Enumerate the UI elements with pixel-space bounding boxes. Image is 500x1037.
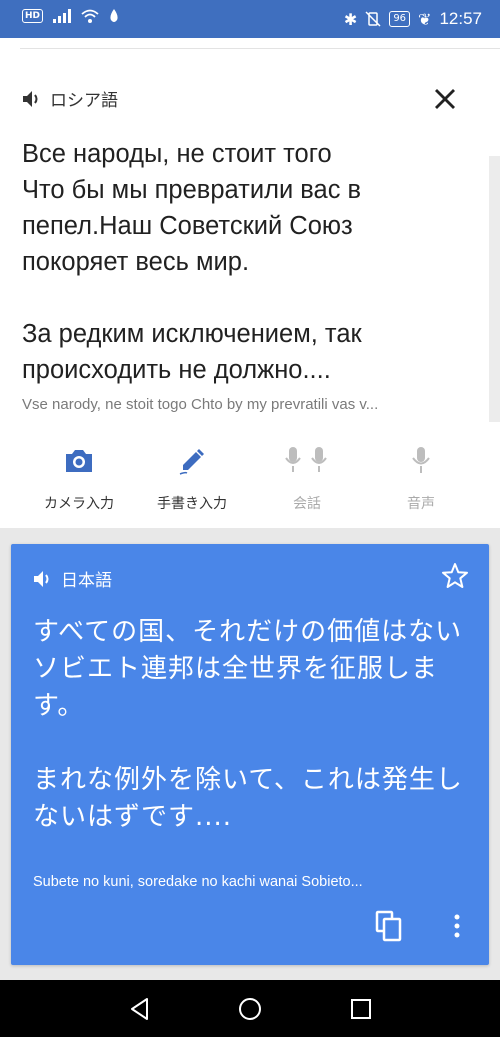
vibrate-off-icon — [365, 11, 381, 27]
bluetooth-icon: ✱ — [343, 9, 358, 29]
source-romanization: Vse narody, ne stoit togo Chto by my pre… — [22, 396, 379, 413]
hd-badge: HD — [22, 9, 44, 23]
speaker-icon[interactable] — [22, 90, 42, 108]
mic-icon — [412, 447, 430, 473]
camera-input-button[interactable]: カメラ入力 — [24, 443, 134, 513]
battery-level: 96 — [389, 11, 411, 27]
conversation-button[interactable]: 会話 — [252, 443, 362, 513]
source-language-label: ロシア語 — [50, 91, 118, 111]
pen-icon — [179, 449, 204, 475]
battery-saver-icon: ❦ — [418, 9, 432, 29]
divider — [20, 48, 500, 49]
close-icon[interactable] — [430, 84, 460, 114]
target-language-row[interactable]: 日本語 — [33, 566, 112, 591]
voice-input-button[interactable]: 音声 — [366, 443, 476, 513]
scrollbar-track[interactable] — [489, 156, 500, 422]
drop-icon — [110, 9, 118, 22]
speaker-icon[interactable] — [33, 570, 53, 588]
signal-icon — [53, 9, 72, 23]
translation-text[interactable]: すべての国、それだけの価値はない ソビエト連邦は全世界を征服します。 まれな例外… — [33, 614, 473, 836]
conversation-mic-icon — [285, 447, 327, 472]
more-vert-icon[interactable] — [447, 910, 467, 942]
voice-input-label: 音声 — [407, 496, 435, 512]
target-language-label: 日本語 — [61, 571, 112, 591]
copy-icon[interactable] — [373, 910, 405, 942]
conversation-label: 会話 — [293, 496, 321, 512]
source-text[interactable]: Все народы, не стоит того Что бы мы прев… — [22, 136, 477, 388]
back-icon[interactable] — [125, 994, 155, 1024]
home-icon[interactable] — [235, 994, 265, 1024]
recents-icon[interactable] — [346, 994, 376, 1024]
handwriting-input-label: 手書き入力 — [157, 496, 227, 512]
status-bar: HD ✱ 96 ❦ 12:57 — [0, 0, 500, 38]
source-card: ロシア語 Все народы, не стоит того Что бы мы… — [0, 38, 500, 528]
source-language-row[interactable]: ロシア語 — [22, 86, 118, 111]
handwriting-input-button[interactable]: 手書き入力 — [137, 443, 247, 513]
clock: 12:57 — [439, 9, 482, 28]
star-icon[interactable] — [441, 562, 469, 590]
navigation-bar — [0, 980, 500, 1037]
translation-card: 日本語 すべての国、それだけの価値はない ソビエト連邦は全世界を征服します。 ま… — [11, 544, 489, 965]
translation-romanization: Subete no kuni, soredake no kachi wanai … — [33, 874, 363, 890]
input-tools: カメラ入力 手書き入力 会話 音声 — [0, 443, 500, 523]
camera-input-label: カメラ入力 — [44, 496, 114, 512]
camera-icon — [66, 450, 92, 472]
wifi-icon — [81, 9, 99, 23]
